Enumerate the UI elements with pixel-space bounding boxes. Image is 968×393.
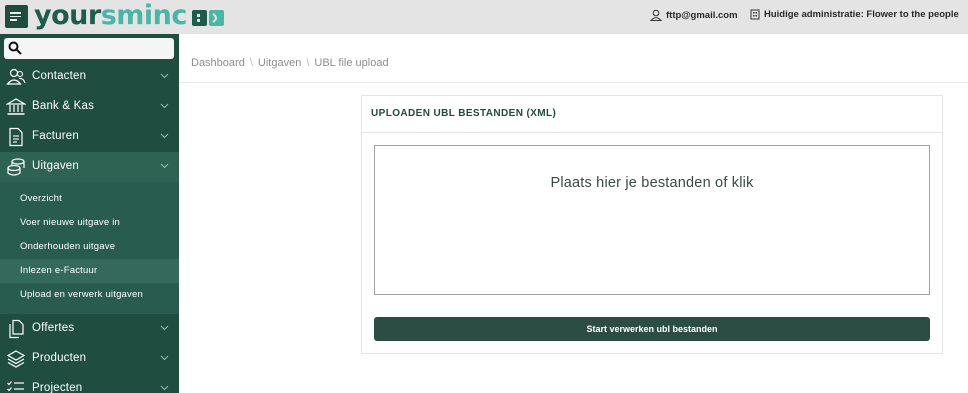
administration-selector[interactable]: Huidige administratie: Flower to the peo… xyxy=(750,9,959,20)
search-icon xyxy=(8,41,22,55)
sidebar-item-label: Contacten xyxy=(32,70,87,82)
submenu-item-label: Overzicht xyxy=(20,193,62,204)
submenu-item-overzicht[interactable]: Overzicht xyxy=(0,187,179,211)
sidebar-item-facturen[interactable]: Facturen xyxy=(0,122,179,152)
layers-icon xyxy=(6,350,26,368)
submenu-uitgaven: Overzicht Voer nieuwe uitgave in Onderho… xyxy=(0,182,179,314)
submenu-item-inlezen-e-factuur[interactable]: Inlezen e-Factuur xyxy=(0,259,179,283)
start-processing-button[interactable]: Start verwerken ubl bestanden xyxy=(374,317,930,341)
sidebar-item-uitgaven[interactable]: Uitgaven xyxy=(0,152,179,182)
sidebar-item-contacten[interactable]: Contacten xyxy=(0,62,179,92)
sidebar: Contacten Bank & Kas Facturen Uitgaven O… xyxy=(0,34,179,393)
submenu-item-label: Upload en verwerk uitgaven xyxy=(20,289,143,300)
invoice-icon xyxy=(9,127,23,147)
file-dropzone[interactable]: Plaats hier je bestanden of klik xyxy=(374,145,930,295)
documents-icon xyxy=(9,319,24,339)
submenu-item-upload-en-verwerk-uitgaven[interactable]: Upload en verwerk uitgaven xyxy=(0,283,179,307)
top-bar: yoursminc fttp@gmail.com Huidige adminis… xyxy=(0,0,968,34)
search-input[interactable] xyxy=(26,40,170,57)
user-email: fttp@gmail.com xyxy=(666,9,738,21)
breadcrumb-separator: \ xyxy=(306,57,310,69)
chevron-down-icon xyxy=(160,325,169,331)
breadcrumb-item-uitgaven[interactable]: Uitgaven xyxy=(258,57,301,69)
logo-text-part2: sminc xyxy=(100,0,188,31)
sidebar-item-label: Bank & Kas xyxy=(32,100,95,112)
coins-icon xyxy=(7,158,25,176)
breadcrumb-item-current: UBL file upload xyxy=(314,57,389,69)
menu-toggle-button[interactable] xyxy=(5,5,28,28)
sidebar-item-producten[interactable]: Producten xyxy=(0,344,179,374)
sidebar-item-label: Projecten xyxy=(32,382,83,393)
breadcrumb: Dashboard \ Uitgaven \ UBL file upload xyxy=(191,57,389,69)
submenu-item-voer-nieuwe-uitgave-in[interactable]: Voer nieuwe uitgave in xyxy=(0,211,179,235)
sidebar-item-label: Facturen xyxy=(32,130,79,142)
bank-icon xyxy=(6,98,26,115)
contacts-icon xyxy=(6,68,26,85)
checklist-icon xyxy=(7,381,24,392)
submenu-item-label: Inlezen e-Factuur xyxy=(20,265,98,276)
card-title: UPLOADEN UBL BESTANDEN (XML) xyxy=(371,108,557,119)
chevron-down-icon xyxy=(160,163,169,169)
header-divider xyxy=(179,82,968,83)
sidebar-item-offertes[interactable]: Offertes xyxy=(0,314,179,344)
sidebar-item-bank-kas[interactable]: Bank & Kas xyxy=(0,92,179,122)
card-header: UPLOADEN UBL BESTANDEN (XML) xyxy=(362,96,942,133)
submenu-item-onderhouden-uitgave[interactable]: Onderhouden uitgave xyxy=(0,235,179,259)
breadcrumb-separator: \ xyxy=(249,57,253,69)
submenu-item-label: Onderhouden uitgave xyxy=(20,241,116,252)
chevron-down-icon xyxy=(160,103,169,109)
sidebar-item-label: Producten xyxy=(32,352,87,364)
sidebar-item-projecten[interactable]: Projecten xyxy=(0,374,179,393)
sidebar-item-label: Offertes xyxy=(32,322,75,334)
logo-text-part1: your xyxy=(34,0,101,31)
logo[interactable]: yoursminc xyxy=(34,0,187,33)
chevron-down-icon xyxy=(160,385,169,391)
user-menu[interactable]: fttp@gmail.com xyxy=(650,9,738,21)
logo-mark-icon xyxy=(192,10,224,26)
ubl-upload-card: UPLOADEN UBL BESTANDEN (XML) Plaats hier… xyxy=(361,95,943,354)
breadcrumb-item-dashboard[interactable]: Dashboard xyxy=(191,57,245,69)
chevron-down-icon xyxy=(160,73,169,79)
administration-label: Huidige administratie: Flower to the peo… xyxy=(764,9,959,20)
chevron-down-icon xyxy=(160,133,169,139)
user-icon xyxy=(650,9,662,21)
chevron-down-icon xyxy=(160,355,169,361)
dropzone-text: Plaats hier je bestanden of klik xyxy=(550,175,754,191)
sidebar-search[interactable] xyxy=(4,38,174,59)
sidebar-item-label: Uitgaven xyxy=(32,160,79,172)
submenu-item-label: Voer nieuwe uitgave in xyxy=(20,217,120,228)
building-icon xyxy=(750,9,760,20)
